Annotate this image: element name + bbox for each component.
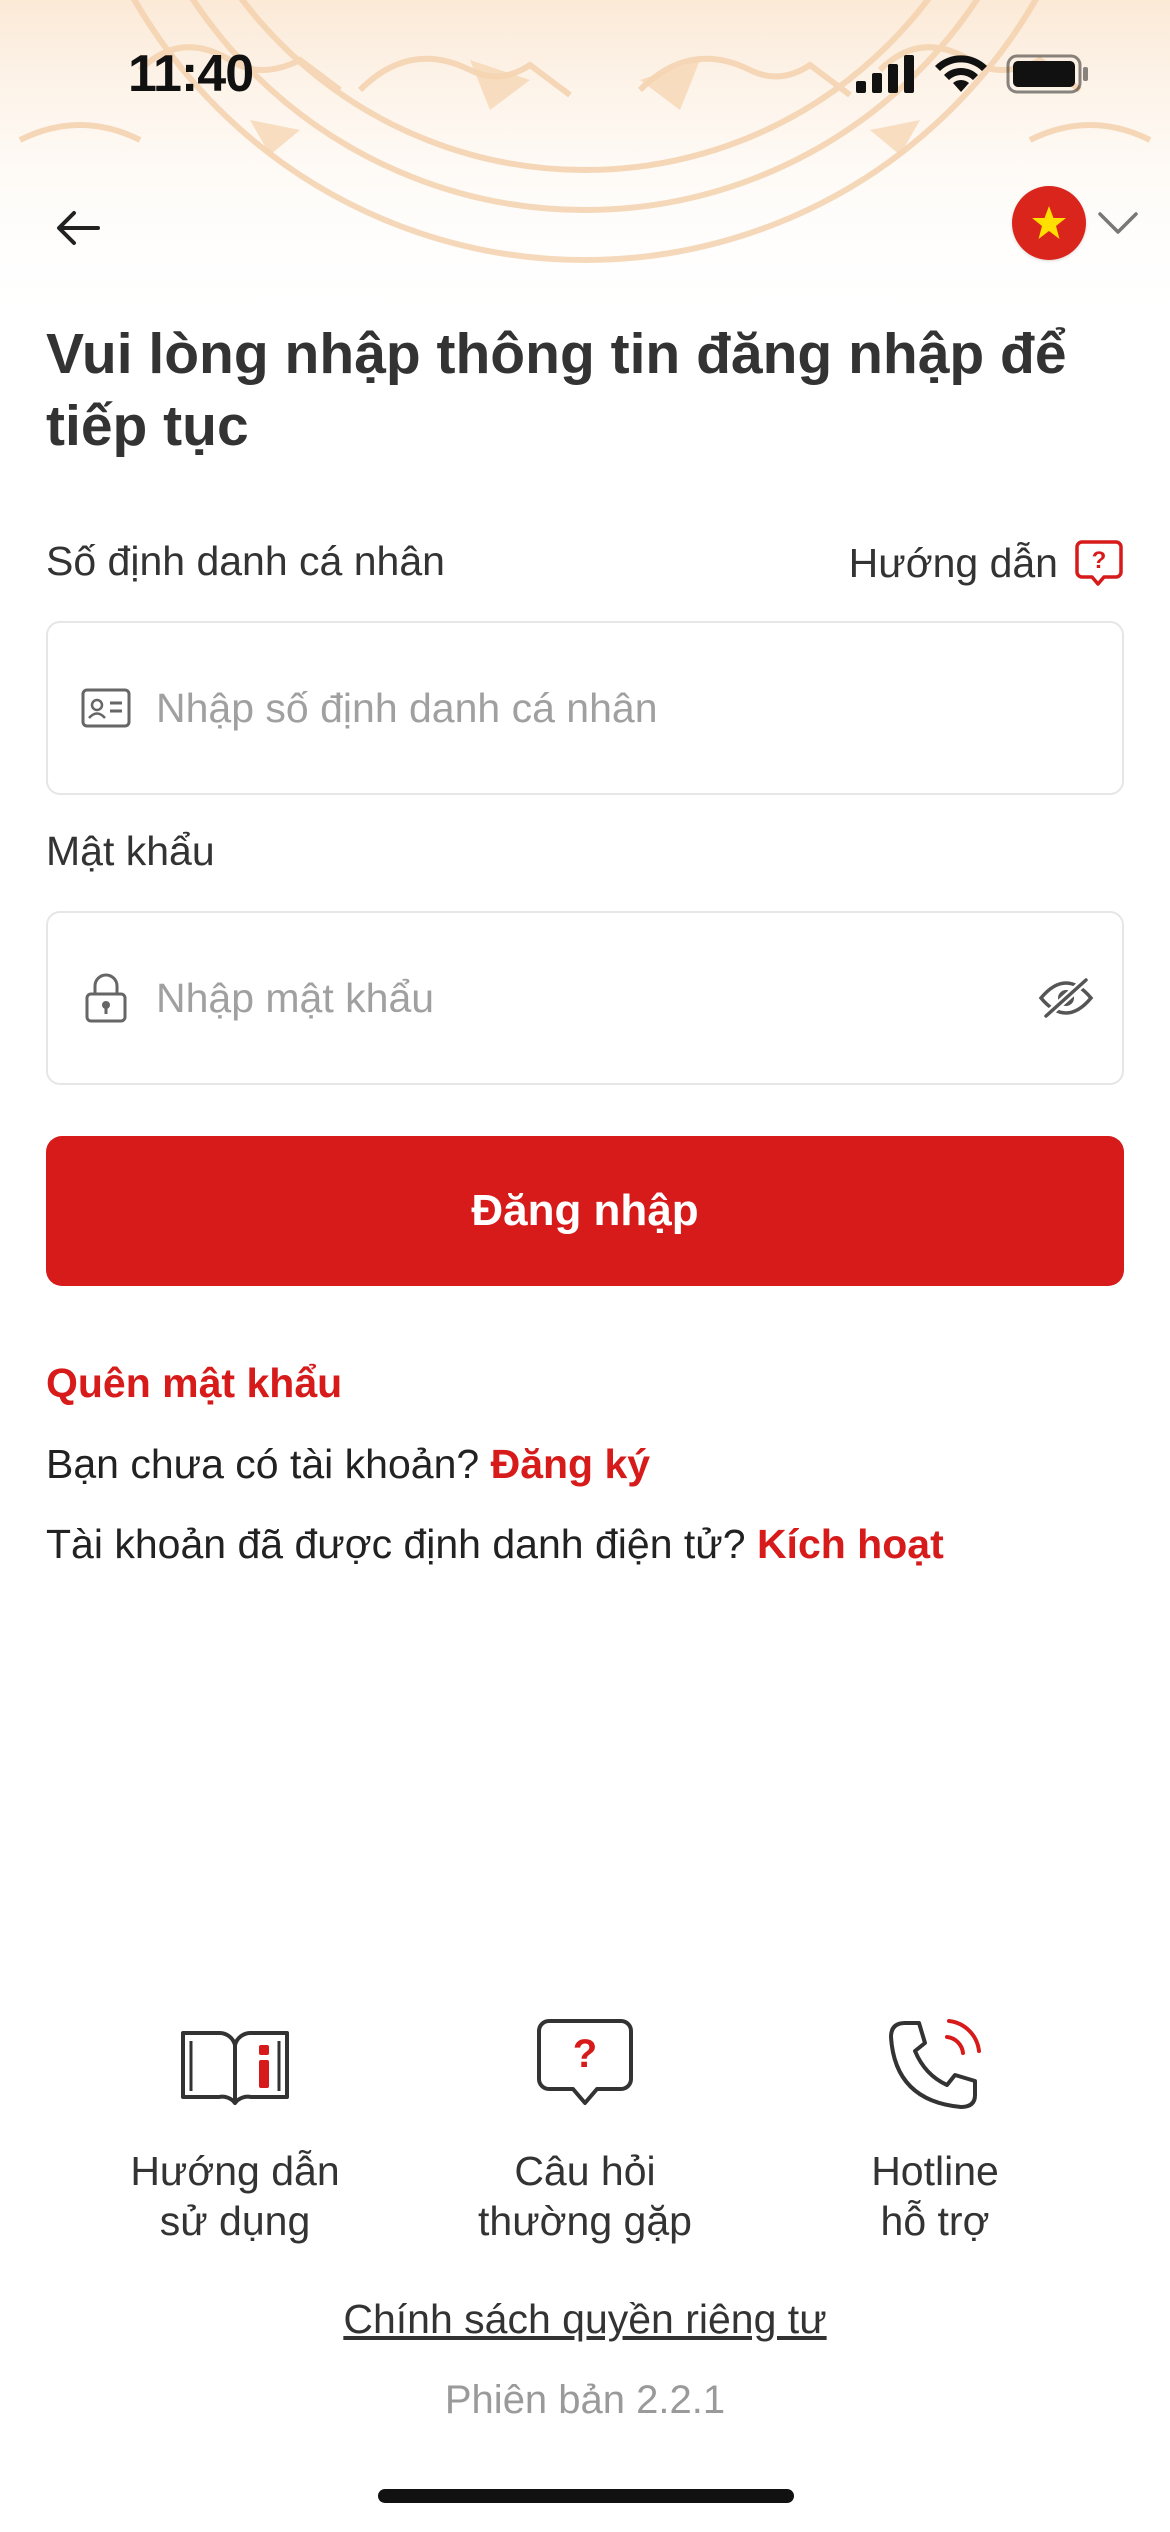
privacy-policy-link[interactable]: Chính sách quyền riêng tư <box>0 2296 1170 2343</box>
activate-link[interactable]: Kích hoạt <box>757 1521 944 1567</box>
phone-call-icon <box>785 2010 1085 2120</box>
password-placeholder: Nhập mật khẩu <box>156 974 435 1021</box>
home-indicator <box>378 2489 794 2503</box>
chevron-down-icon <box>1098 212 1138 234</box>
question-bubble-icon: ? <box>435 2010 735 2120</box>
language-selector[interactable] <box>1012 186 1140 260</box>
vietnam-flag-icon <box>1012 186 1086 260</box>
guide-label: Hướng dẫn <box>848 539 1058 586</box>
register-link[interactable]: Đăng ký <box>491 1441 651 1487</box>
app-version: Phiên bản 2.2.1 <box>444 2378 726 2422</box>
lock-icon <box>78 970 134 1026</box>
hotline-label: Hotline hỗ trợ <box>785 2146 1085 2246</box>
hotline-button[interactable]: Hotline hỗ trợ <box>785 2010 1085 2246</box>
id-number-input[interactable]: Nhập số định danh cá nhân <box>46 621 1124 795</box>
id-number-placeholder: Nhập số định danh cá nhân <box>156 684 658 731</box>
password-label: Mật khẩu <box>46 828 215 874</box>
toggle-password-visibility[interactable] <box>1036 968 1096 1028</box>
arrow-left-icon <box>57 211 100 245</box>
id-number-label: Số định danh cá nhân <box>46 538 445 584</box>
user-guide-label-line1: Hướng dẫn <box>130 2148 340 2194</box>
svg-text:?: ? <box>573 2032 597 2076</box>
password-input[interactable]: Nhập mật khẩu <box>46 911 1124 1085</box>
svg-text:?: ? <box>1092 547 1107 574</box>
hotline-label-line2: hỗ trợ <box>880 2198 990 2244</box>
status-bar: 11:40 <box>0 0 1170 150</box>
status-icons <box>856 54 1090 94</box>
signal-icon <box>856 55 914 93</box>
battery-icon <box>1006 54 1088 94</box>
activate-prompt: Tài khoản đã được định danh điện tử? Kíc… <box>46 1521 944 1568</box>
faq-label: Câu hỏi thường gặp <box>435 2146 735 2246</box>
user-guide-button[interactable]: Hướng dẫn sử dụng <box>85 2010 385 2246</box>
page-title: Vui lòng nhập thông tin đăng nhập để tiế… <box>46 322 1067 458</box>
faq-label-line2: thường gặp <box>478 2198 692 2244</box>
guide-link[interactable]: Hướng dẫn ? <box>849 538 1124 588</box>
faq-button[interactable]: ? Câu hỏi thường gặp <box>435 2010 735 2246</box>
forgot-password-link[interactable]: Quên mật khẩu <box>46 1360 342 1407</box>
eye-slash-icon <box>1038 977 1094 1019</box>
status-time: 11:40 <box>128 45 254 103</box>
book-info-icon <box>85 2010 385 2120</box>
no-account-text: Bạn chưa có tài khoản? <box>46 1441 480 1487</box>
user-guide-label: Hướng dẫn sử dụng <box>85 2146 385 2246</box>
user-guide-label-line2: sử dụng <box>159 2198 311 2244</box>
register-prompt: Bạn chưa có tài khoản? Đăng ký <box>46 1441 650 1488</box>
wifi-icon <box>935 55 987 92</box>
hotline-label-line1: Hotline <box>871 2148 999 2194</box>
activated-account-text: Tài khoản đã được định danh điện tử? <box>46 1521 746 1567</box>
faq-label-line1: Câu hỏi <box>514 2148 656 2194</box>
login-button[interactable]: Đăng nhập <box>46 1136 1124 1286</box>
id-card-icon <box>78 680 134 736</box>
help-bubble-icon: ? <box>1075 540 1123 586</box>
back-button[interactable] <box>46 196 110 260</box>
